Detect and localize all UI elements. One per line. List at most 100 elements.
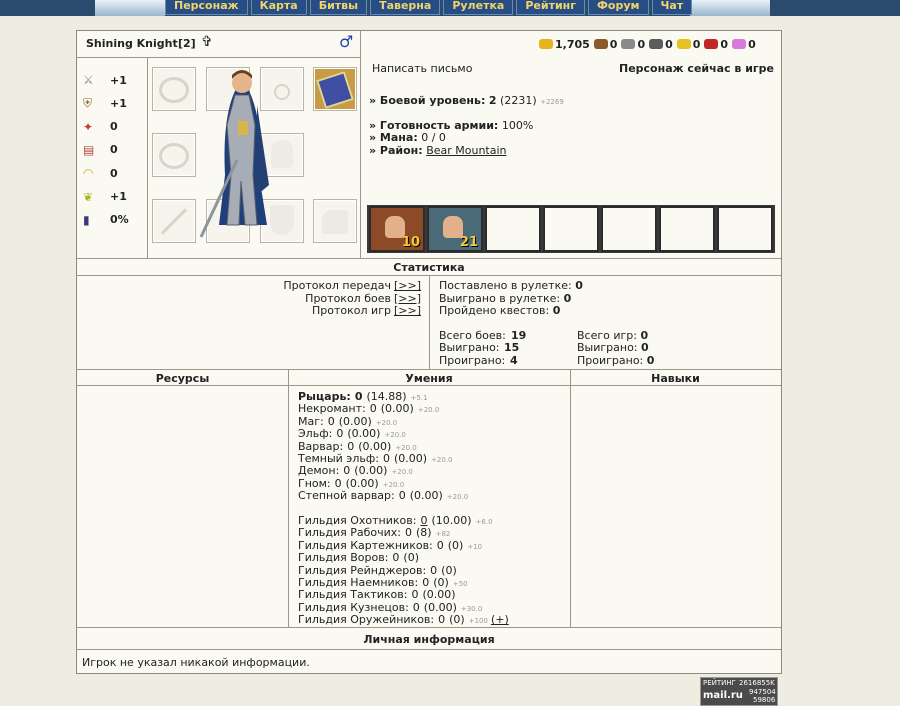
counter-value-2: 59806 [753,696,776,704]
skill-points: (0) [447,538,464,552]
skill-level: 0 [422,576,430,589]
skill-row: Эльф: 0 (0.00) +20.0 [298,427,406,440]
spellbook-icon [316,71,354,109]
nav-8[interactable]: Чат [651,0,693,15]
quests-value: 0 [552,304,561,317]
personal-info-title: Личная информация [363,633,495,646]
counter-value-1: 947504 [749,688,776,696]
skill-row: Степной варвар: 0 (0.00) +20.0 [298,489,468,502]
skill-level: 0 [405,526,412,540]
weapon-slot[interactable] [152,199,196,243]
skill-level[interactable]: 0 [420,514,427,527]
protocol-open-link[interactable]: [>>] [394,292,421,305]
skill-points: (0.00) [422,588,456,602]
luck-icon: ◠ [83,166,94,181]
nav-2[interactable]: Карта [250,0,307,15]
skill-row: Гильдия Тактиков: 0 (0.00) [298,588,460,601]
online-status: Персонаж сейчас в игре [619,62,775,75]
skill-points: (14.88) [366,390,407,403]
character-profile-panel: Shining Knight [2] ✞ ♂ 1,705 0 0 0 0 0 0 ⚔ +1 ⛨ +… [76,30,782,674]
morale-icon: ❦ [83,189,94,204]
skill-name: Рыцарь: [298,390,351,403]
skill-row: Демон: 0 (0.00) +20.0 [298,464,413,477]
nav-6[interactable]: Рейтинг [516,0,586,15]
skill-name: Гильдия Рабочих: [298,526,401,540]
skill-next: +82 [435,530,451,539]
skill-points: (0) [403,551,420,565]
skill-row: Гильдия Воров: 0 (0) [298,551,423,564]
nav-4[interactable]: Таверна [370,0,441,15]
mount-slot[interactable] [313,199,357,243]
top-navigation-bar: Персонаж Карта Битвы Таверна Рулетка Рейтинг Ф… [0,0,900,16]
army-slot[interactable] [485,206,541,252]
spellbook-slot[interactable] [313,67,357,111]
snow-decoration-right [690,0,770,16]
skill-level: 0 [398,489,406,503]
nav-1[interactable]: Персонаж [165,0,248,15]
battles-lost-value: 4 [510,354,518,367]
stat-value: +1 [110,97,127,111]
write-letter-link[interactable]: Написать письмо [372,62,472,75]
skill-points: (8) [416,526,432,540]
skill-next: +20.0 [375,418,398,427]
skill-name: Гильдия Воров: [298,551,389,565]
roulette-bet-value: 0 [575,279,583,292]
army-slot[interactable] [659,206,715,252]
army-ready-value: 100% [501,119,534,132]
protocol-label: Протокол передач [283,279,391,292]
protocols-list: Протокол передач [>>] Протокол боев [>>] Про… [77,279,421,317]
skill-next: +20.0 [391,468,413,477]
skill-row: Гильдия Картежников: 0 (0) +10 [298,539,482,552]
mercury-icon [649,39,664,49]
mailru-counter[interactable]: РЕЙТИНГ 2616855K mail.ru 947504 59806 [700,677,778,706]
sulfur-icon [676,39,691,49]
skill-next: +50 [452,580,468,588]
skill-next: +20.0 [395,443,417,452]
wood-icon [593,39,608,49]
stat-value: 0% [110,213,129,227]
battles-won-label: Выиграно: [439,341,500,354]
skill-points: (0) [433,576,449,589]
skill-level: 0 [430,563,438,577]
protocol-open-link[interactable]: [>>] [394,304,421,317]
ring-slot[interactable] [152,67,196,111]
protocol-row: Протокол передач [>>] [77,279,421,292]
skill-next: +20.0 [446,493,469,502]
army-slot[interactable]: 21 [427,206,483,252]
protocol-row: Протокол игр [>>] [77,304,421,317]
protocol-label: Протокол игр [312,304,391,317]
nav-5[interactable]: Рулетка [443,0,514,15]
gold-icon [539,39,553,49]
nav-7[interactable]: Форум [588,0,649,15]
skill-points: (0.00) [338,414,372,428]
skill-level: 0 [336,427,344,441]
skill-level: 0 [392,551,400,565]
skill-row: Варвар: 0 (0.00) +20.0 [298,440,417,453]
games-lost-label: Проиграно: [577,354,644,367]
skill-points: (0) [441,563,457,577]
cross-icon: ✞ [201,34,213,50]
skill-points: (10.00) [431,514,472,527]
skill-level: 0 [327,414,335,428]
protocol-open-link[interactable]: [>>] [394,279,421,292]
skill-next: +30.0 [460,604,483,613]
skill-points: (0.00) [345,476,379,490]
skill-add-link[interactable]: (+) [491,613,509,626]
stat-row: ◠ 0 [83,166,118,180]
army-slot[interactable] [717,206,773,252]
army-slot[interactable]: 10 [369,206,425,252]
gems-icon [732,39,747,49]
skill-next: +10 [467,542,483,551]
stat-value: 0 [110,166,118,180]
army-slot[interactable] [601,206,657,252]
army-slot[interactable] [543,206,599,252]
skill-next: +5.1 [410,394,428,402]
skill-points: (0.00) [347,427,381,441]
ring-slot-2[interactable] [152,133,196,177]
stat-value: +1 [110,190,127,203]
statistics-title: Статистика [393,261,465,274]
games-won-label: Выиграно: [577,341,638,354]
district-link[interactable]: Bear Mountain [426,144,506,157]
nav-3[interactable]: Битвы [309,0,368,15]
skill-row: Маг: 0 (0.00) +20.0 [298,415,397,428]
